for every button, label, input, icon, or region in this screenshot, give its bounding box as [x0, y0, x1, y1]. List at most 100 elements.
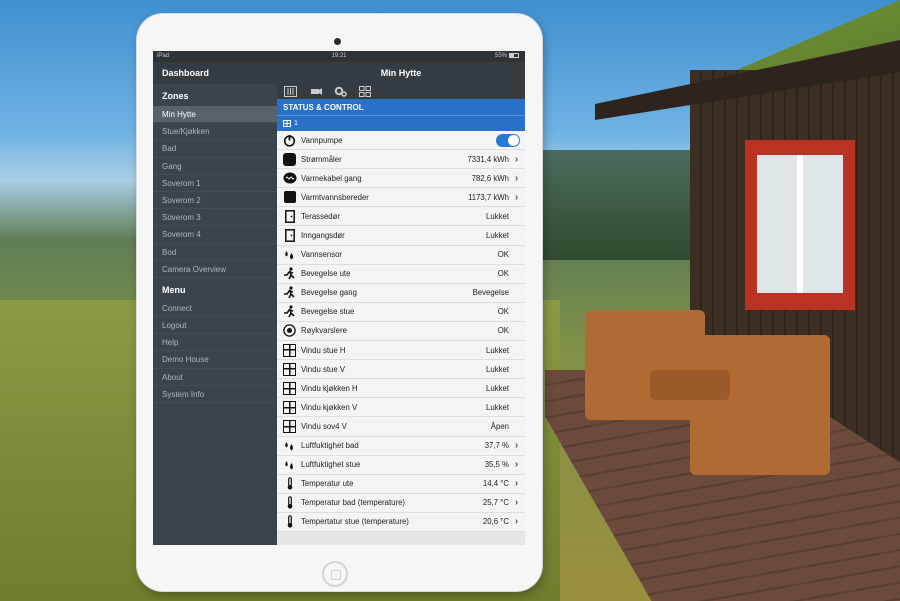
list-item-vindu-stue-v[interactable]: Vindu stue VLukket› [277, 360, 525, 380]
item-label: Vannpumpe [301, 135, 343, 145]
list-item-varmekabel-gang[interactable]: Varmekabel gang 782,6 kWh › [277, 169, 525, 189]
chevron-right-icon[interactable]: › [512, 173, 521, 184]
list-item-bevegelse-gang[interactable]: Bevegelse gangBevegelse› [277, 283, 525, 303]
item-value: Lukket [486, 231, 509, 241]
power-icon [282, 133, 297, 148]
meter-icon [282, 152, 297, 167]
sidebar-item-soverom-3[interactable]: Soverom 3 [153, 209, 277, 227]
power-toggle[interactable] [496, 133, 520, 147]
item-value: OK [497, 269, 509, 279]
menu-item-demo-house[interactable]: Demo House [153, 351, 277, 369]
list-item-strømmåler[interactable]: Strømmåler 7331,4 kWh › [277, 150, 525, 170]
sidebar-item-bod[interactable]: Bod [153, 244, 277, 261]
thermometer-icon [282, 514, 297, 529]
item-label: Temperatur ute [301, 479, 354, 489]
window-icon [282, 362, 297, 377]
chevron-right-icon[interactable]: › [512, 459, 521, 470]
item-label: Luftfuktighet bad [301, 441, 359, 451]
item-value: 35,5 % [484, 460, 509, 470]
chevron-right-icon[interactable]: › [512, 154, 521, 165]
sidebar-item-gang[interactable]: Gang [153, 158, 277, 175]
sidebar-item-stue-kjøkken[interactable]: Stue/Kjøkken [153, 123, 277, 141]
list-item-terassedør[interactable]: TerassedørLukket› [277, 207, 525, 227]
menu-item-connect[interactable]: Connect [153, 300, 277, 318]
door-icon [282, 228, 297, 243]
menu-item-logout[interactable]: Logout [153, 317, 277, 335]
item-value: Lukket [486, 383, 509, 393]
grid-icon[interactable] [358, 86, 372, 98]
door-icon [282, 209, 297, 224]
list-item-vannsensor[interactable]: VannsensorOK› [277, 245, 525, 265]
chevron-right-icon[interactable]: › [512, 478, 521, 489]
list-item-vannpumpe[interactable]: Vannpumpe [277, 131, 525, 151]
list-item-vindu-stue-h[interactable]: Vindu stue HLukket› [277, 341, 525, 361]
chevron-right-icon[interactable]: › [512, 440, 521, 451]
motion-icon [282, 304, 297, 319]
sidebar-item-soverom-4[interactable]: Soverom 4 [153, 226, 277, 244]
humidity-icon [282, 438, 297, 453]
sidebar-item-bad[interactable]: Bad [153, 140, 277, 158]
sidebar-item-min-hytte[interactable]: Min Hytte [153, 106, 277, 124]
sidebar-item-camera-overview[interactable]: Camera Overview [153, 261, 277, 278]
list-item-inngangsdør[interactable]: InngangsdørLukket› [277, 226, 525, 246]
camera-icon[interactable] [308, 86, 322, 98]
chevron-right-icon[interactable]: › [512, 516, 521, 527]
subsection-label: 1 [294, 120, 298, 127]
menu-item-about[interactable]: About [153, 369, 277, 386]
menu-item-system-info[interactable]: System Info [153, 386, 277, 403]
item-value: OK [497, 307, 509, 317]
list-item-luftfuktighet-bad[interactable]: Luftfuktighet bad 37,7 % › [277, 436, 525, 456]
menu-item-help[interactable]: Help [153, 334, 277, 352]
boiler-icon [282, 190, 297, 205]
sidebar-item-soverom-2[interactable]: Soverom 2 [153, 192, 277, 210]
heat-cable-icon [282, 171, 297, 186]
main-panel: Min Hytte STATUS & CONTROL 1 Vannpumpe S… [277, 62, 525, 545]
list-item-bevegelse-ute[interactable]: Bevegelse uteOK› [277, 264, 525, 284]
list-item-varmtvannsbereder[interactable]: Varmtvannsbereder 1173,7 kWh › [277, 188, 525, 208]
status-bar: iPad 19:21 55% [153, 51, 525, 62]
item-label: Vindu stue V [301, 364, 346, 374]
item-label: Vindu kjøkken V [301, 402, 358, 412]
thermometer-icon [282, 495, 297, 510]
item-label: Vindu kjøkken H [301, 383, 358, 393]
sliders-icon[interactable] [283, 86, 297, 98]
item-value: Lukket [486, 211, 509, 221]
item-label: Strømmåler [301, 154, 342, 164]
home-button[interactable] [322, 561, 348, 587]
item-label: Bevegelse stue [301, 307, 355, 317]
smoke-detector-icon [282, 323, 297, 338]
list-item-vindu-kjøkken-v[interactable]: Vindu kjøkken VLukket› [277, 398, 525, 418]
item-value: OK [497, 326, 509, 336]
list-item-tempertatur-stue-temperature[interactable]: Tempertatur stue (temperature) 20,6 °C › [277, 512, 525, 532]
list-item-vindu-kjøkken-h[interactable]: Vindu kjøkken HLukket› [277, 379, 525, 399]
list-item-bevegelse-stue[interactable]: Bevegelse stueOK› [277, 302, 525, 322]
sidebar-item-soverom-1[interactable]: Soverom 1 [153, 175, 277, 192]
list-item-vindu-sov4-v[interactable]: Vindu sov4 VÅpen› [277, 417, 525, 437]
menu-header: Menu [162, 284, 186, 295]
chevron-right-icon[interactable]: › [512, 497, 521, 508]
app-screen: iPad 19:21 55% Dashboard Zones Min Hytte… [153, 51, 525, 545]
window-icon [282, 343, 297, 358]
battery-indicator: 55% [495, 53, 519, 59]
item-label: Bevegelse ute [301, 269, 351, 279]
thermometer-icon [282, 476, 297, 491]
clock: 19:21 [331, 53, 347, 59]
chevron-right-icon[interactable]: › [512, 192, 521, 203]
item-value: 37,7 % [484, 441, 509, 451]
list-item-temperatur-ute[interactable]: Temperatur ute 14,4 °C › [277, 474, 525, 494]
toolbar [277, 84, 525, 99]
page-title: Min Hytte [277, 62, 525, 84]
dashboard-title[interactable]: Dashboard [153, 62, 277, 84]
item-value: 7331,4 kWh [467, 154, 509, 164]
item-value: 20,6 °C [482, 517, 509, 527]
list-item-temperatur-bad-temperature[interactable]: Temperatur bad (temperature) 25,7 °C › [277, 493, 525, 513]
item-label: Terassedør [301, 211, 340, 221]
list-item-røykvarslere[interactable]: RøykvarslereOK› [277, 321, 525, 342]
item-value: Bevegelse [472, 288, 509, 298]
item-value: 25,7 °C [482, 498, 509, 508]
item-value: OK [497, 250, 509, 260]
item-value: 1173,7 kWh [467, 192, 509, 202]
gears-icon[interactable] [333, 86, 347, 98]
item-label: Bevegelse gang [301, 288, 357, 298]
list-item-luftfuktighet-stue[interactable]: Luftfuktighet stue 35,5 % › [277, 455, 525, 475]
